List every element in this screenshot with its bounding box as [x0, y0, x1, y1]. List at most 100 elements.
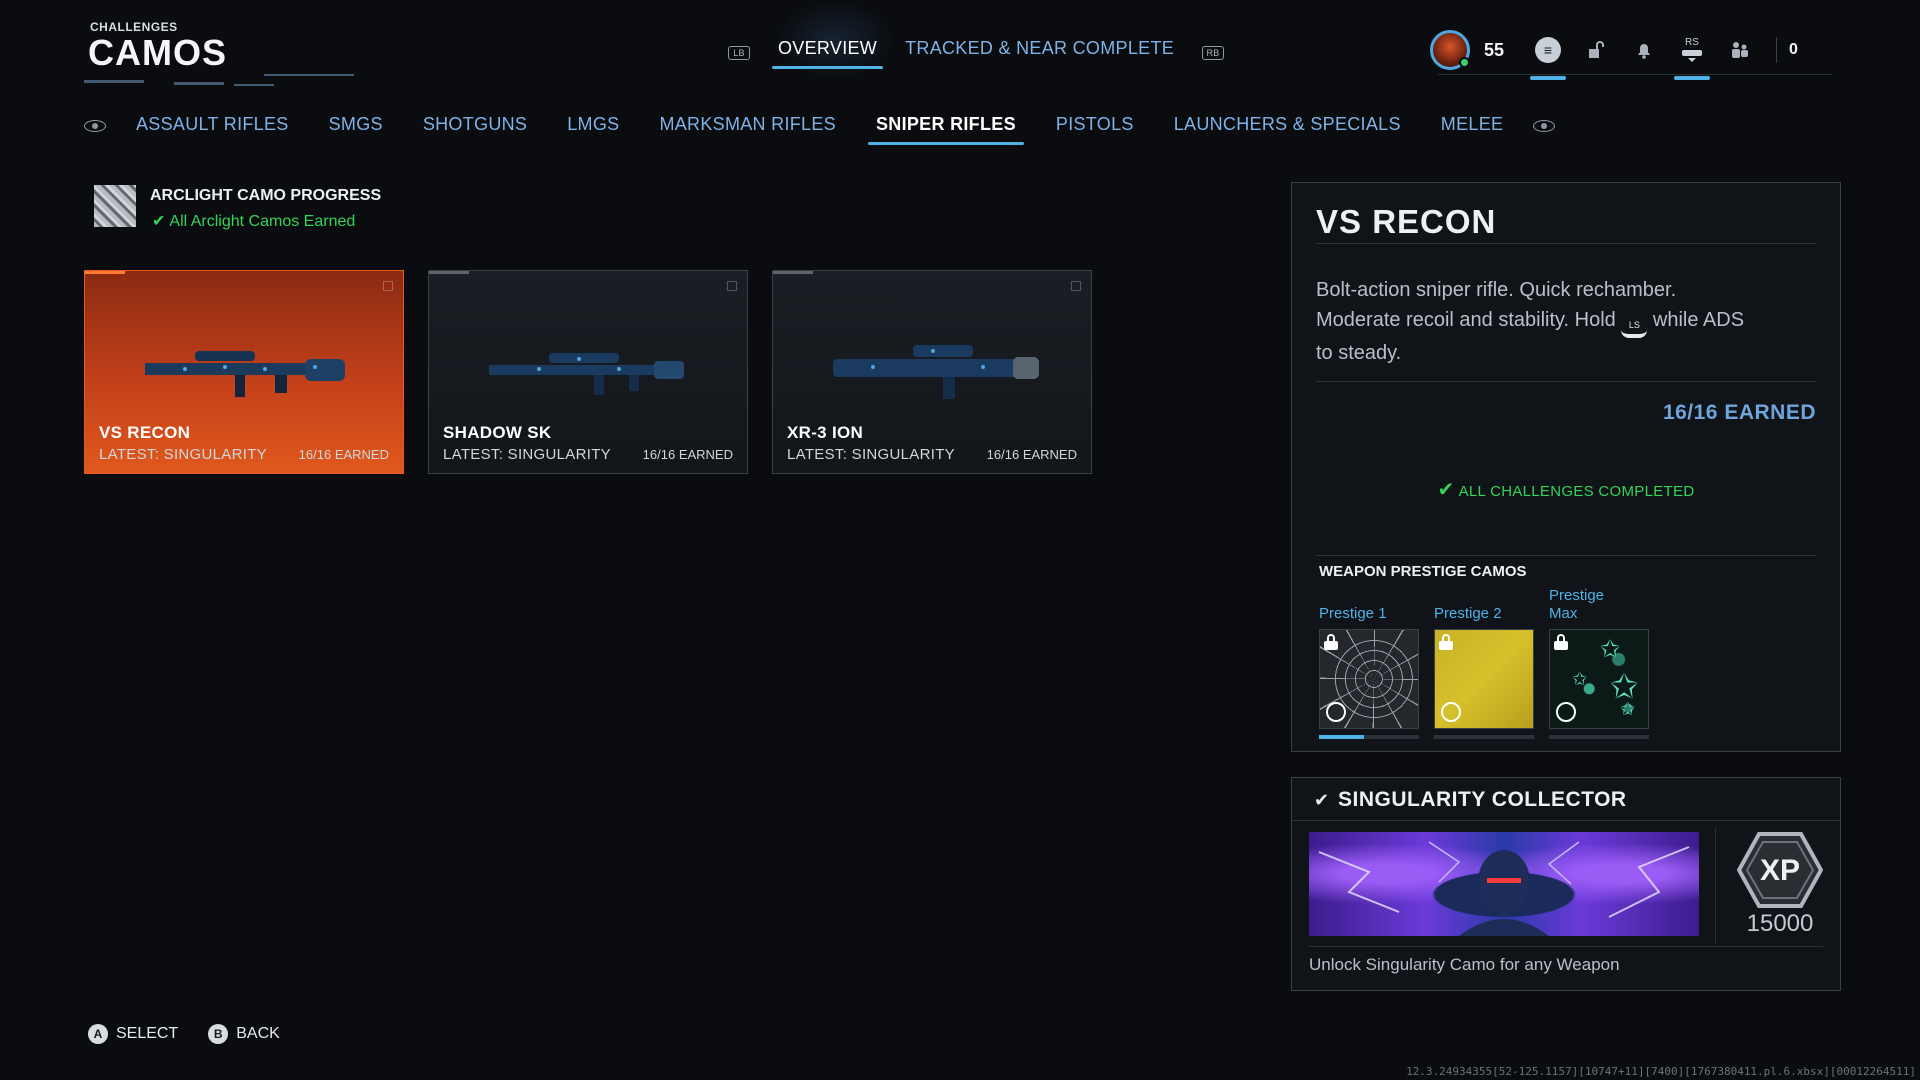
prestige-max-camo-tile[interactable]: ✩ ✩ ✩ ✩: [1549, 629, 1649, 729]
menu-icon[interactable]: ≡: [1524, 26, 1572, 80]
tab-launchers-specials[interactable]: LAUNCHERS & SPECIALS: [1174, 114, 1401, 143]
tab-marksman-rifles[interactable]: MARKSMAN RIFLES: [659, 114, 836, 143]
star-icon: ✩: [1600, 636, 1621, 663]
prestige-progress-bar: [1319, 735, 1419, 739]
checkmark-icon: ✔: [1437, 479, 1455, 501]
tab-melee[interactable]: MELEE: [1441, 114, 1504, 143]
challenge-card[interactable]: ✔ SINGULARITY COLLECTOR XP 15000 Unlock …: [1291, 777, 1841, 991]
xp-label: XP: [1760, 854, 1800, 887]
prestige-progress-bar: [1434, 735, 1534, 739]
weapon-earned-count: 16/16 EARNED: [298, 447, 389, 462]
challenge-description: Unlock Singularity Camo for any Weapon: [1309, 955, 1620, 974]
next-category-eye-icon[interactable]: [1533, 119, 1556, 132]
weapon-earned-count: 16/16 EARNED: [986, 447, 1077, 462]
prestige-label: Prestige 1: [1319, 605, 1387, 622]
detail-earned-count: 16/16 EARNED: [1662, 401, 1816, 424]
detail-desc-line3: to steady.: [1316, 342, 1402, 364]
build-string: 12.3.24934355[52-125.1157][10747+11][740…: [1406, 1065, 1916, 1078]
challenge-divider: [1309, 946, 1823, 947]
notification-icon[interactable]: [1620, 26, 1668, 74]
footer-controls: A SELECT B BACK: [88, 1024, 280, 1044]
weapon-card-shadow-sk[interactable]: SHADOW SK LATEST: SINGULARITY 16/16 EARN…: [428, 270, 748, 474]
tab-sniper-rifles[interactable]: SNIPER RIFLES: [867, 114, 1024, 145]
a-button-icon: A: [88, 1024, 108, 1044]
checkmark-icon: ✔: [1314, 790, 1330, 810]
challenge-divider: [1292, 820, 1840, 821]
page-title: CAMOS: [88, 32, 227, 73]
player-level: 55: [1484, 39, 1505, 60]
lock-icon: [1554, 634, 1568, 650]
b-button-icon: B: [208, 1024, 229, 1044]
xp-reward-value: 15000: [1746, 910, 1814, 937]
detail-description: Bolt-action sniper rifle. Quick rechambe…: [1316, 275, 1786, 368]
detail-divider: [1316, 381, 1816, 382]
prestige-1-camo-tile[interactable]: [1319, 629, 1419, 729]
avatar-icon[interactable]: [1430, 30, 1470, 70]
prestige-2-camo-tile[interactable]: [1434, 629, 1534, 729]
tab-pistols[interactable]: PISTOLS: [1056, 114, 1134, 143]
detail-desc-line1: Bolt-action sniper rifle. Quick rechambe…: [1316, 279, 1677, 301]
back-label: BACK: [236, 1025, 280, 1042]
arclight-progress-title: ARCLIGHT CAMO PROGRESS: [150, 187, 382, 204]
all-challenges-text: ALL CHALLENGES COMPLETED: [1458, 483, 1695, 500]
weapon-card-xr3-ion[interactable]: XR-3 ION LATEST: SINGULARITY 16/16 EARNE…: [772, 270, 1092, 474]
weapon-detail-panel: VS RECON Bolt-action sniper rifle. Quick…: [1291, 182, 1841, 752]
social-icon[interactable]: RS: [1668, 26, 1716, 80]
prev-category-eye-icon[interactable]: [84, 119, 106, 132]
weapon-latest-camo: LATEST: SINGULARITY: [99, 446, 267, 463]
tab-overview[interactable]: OVERVIEW: [771, 38, 884, 69]
detail-desc-line2: Moderate recoil and stability. Hold: [1316, 309, 1616, 331]
sniper-rifle-icon: [833, 345, 1039, 399]
tab-tracked-near-complete[interactable]: TRACKED & NEAR COMPLETE: [905, 38, 1174, 67]
status-underline: [1438, 74, 1832, 75]
party-icon[interactable]: [1716, 26, 1764, 74]
select-button[interactable]: A SELECT: [88, 1024, 178, 1044]
prestige-badge-icon: [1326, 702, 1346, 722]
ls-stick-icon: LS: [1621, 320, 1648, 338]
singularity-camo-banner: [1309, 832, 1699, 936]
challenge-vertical-divider: [1715, 828, 1716, 944]
weapon-earned-count: 16/16 EARNED: [642, 447, 733, 462]
header-glitch-decoration: [84, 72, 384, 90]
prestige-label: Prestige Max: [1549, 587, 1605, 622]
prestige-label: Prestige 2: [1434, 605, 1502, 622]
weapon-latest-camo: LATEST: SINGULARITY: [443, 446, 611, 463]
lock-icon: [1439, 634, 1453, 650]
category-tabs: ASSAULT RIFLES SMGS SHOTGUNS LMGS MARKSM…: [84, 114, 1556, 145]
star-icon: ✩: [1620, 699, 1636, 719]
rb-bumper-icon[interactable]: RB: [1202, 45, 1225, 60]
checkmark-icon: ✔: [152, 213, 166, 230]
star-icon: ✩: [1572, 669, 1588, 689]
top-navigation: LB OVERVIEW TRACKED & NEAR COMPLETE RB: [728, 38, 1225, 69]
weapon-name: XR-3 ION: [787, 423, 864, 442]
prestige-badge-icon: [1556, 702, 1576, 722]
xp-badge-icon: XP: [1737, 832, 1823, 908]
weapon-card-vs-recon[interactable]: VS RECON LATEST: SINGULARITY 16/16 EARNE…: [84, 270, 404, 474]
weapon-name: VS RECON: [99, 423, 191, 442]
prestige-camo-max[interactable]: Prestige Max ✩ ✩ ✩ ✩: [1549, 583, 1649, 739]
locker-icon[interactable]: [1572, 26, 1620, 74]
online-dot-icon: [1459, 57, 1470, 68]
lb-bumper-icon[interactable]: LB: [728, 45, 750, 60]
prestige-camos-title: WEAPON PRESTIGE CAMOS: [1319, 563, 1527, 580]
tab-lmgs[interactable]: LMGS: [567, 114, 619, 143]
arclight-camo-thumbnail: [94, 185, 136, 227]
detail-divider: [1316, 555, 1816, 556]
detail-divider: [1316, 243, 1816, 244]
weapon-latest-camo: LATEST: SINGULARITY: [787, 446, 955, 463]
back-button[interactable]: B BACK: [208, 1024, 280, 1044]
sniper-rifle-icon: [489, 353, 684, 395]
arclight-status: ✔ All Arclight Camos Earned: [152, 211, 355, 231]
arclight-status-text: All Arclight Camos Earned: [169, 213, 356, 230]
status-bar: 55 ≡ RS 0: [1430, 26, 1798, 80]
select-label: SELECT: [116, 1025, 179, 1042]
prestige-camo-2[interactable]: Prestige 2: [1434, 583, 1534, 739]
prestige-camo-1[interactable]: Prestige 1: [1319, 583, 1419, 739]
detail-weapon-title: VS RECON: [1316, 203, 1497, 240]
rs-label: RS: [1685, 37, 1699, 48]
notification-count: 0: [1789, 41, 1798, 58]
tab-shotguns[interactable]: SHOTGUNS: [423, 114, 527, 143]
sniper-rifle-icon: [145, 351, 345, 397]
tab-smgs[interactable]: SMGS: [329, 114, 383, 143]
tab-assault-rifles[interactable]: ASSAULT RIFLES: [136, 114, 289, 143]
